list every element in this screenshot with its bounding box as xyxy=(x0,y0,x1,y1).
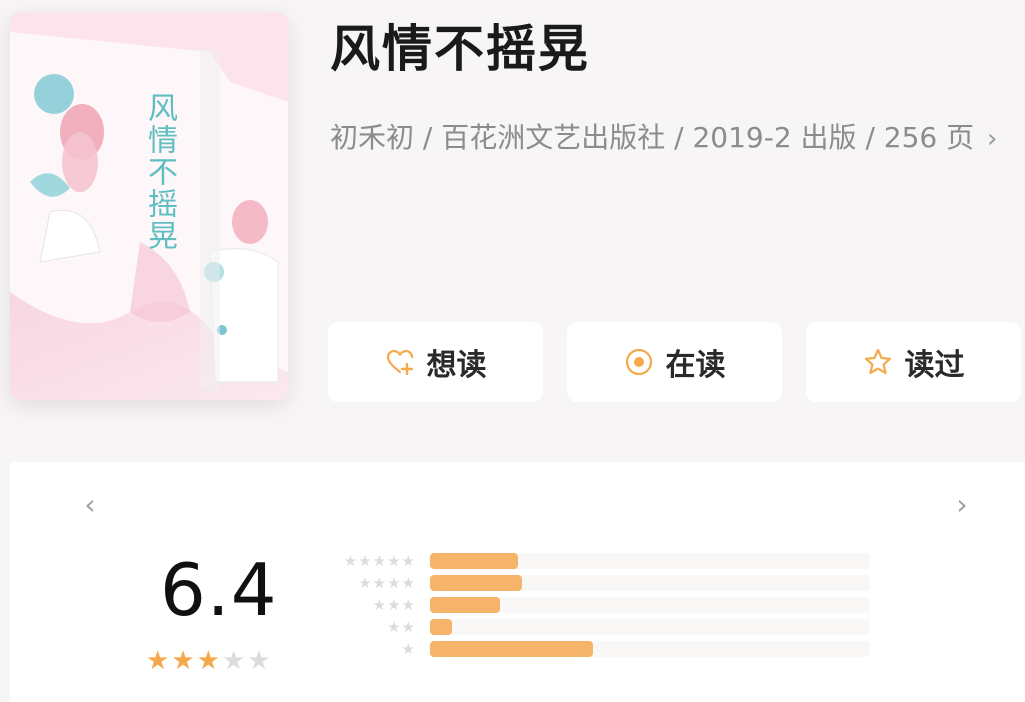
rating-row-stars: ★ xyxy=(401,640,416,658)
want-to-read-button[interactable]: 想读 xyxy=(328,322,543,402)
next-arrow-icon[interactable]: › xyxy=(950,484,974,524)
rating-row-stars: ★★★★ xyxy=(358,574,416,592)
have-read-label: 读过 xyxy=(904,348,965,383)
star-filled-icon: ★ xyxy=(146,646,170,676)
rating-row: ★★★★★ xyxy=(320,550,880,572)
radio-dot-icon xyxy=(624,347,654,377)
reading-status-actions: 想读 在读 读过 xyxy=(328,322,1025,402)
rating-bar-track xyxy=(430,619,870,635)
rating-bar xyxy=(430,641,593,657)
rating-row-stars: ★★ xyxy=(387,618,416,636)
rating-bar-track xyxy=(430,597,870,613)
book-cover[interactable]: 风情不摇晃 xyxy=(10,12,288,400)
rating-row-stars: ★★★ xyxy=(372,596,416,614)
rating-row: ★★★★ xyxy=(320,572,880,594)
star-filled-icon: ★ xyxy=(171,646,195,676)
star-empty-icon: ★ xyxy=(247,646,271,676)
chevron-right-icon: › xyxy=(987,124,998,154)
rating-bar-track xyxy=(430,641,870,657)
rating-bar-track xyxy=(430,553,870,569)
star-outline-icon xyxy=(863,347,893,377)
prev-arrow-icon[interactable]: ‹ xyxy=(78,484,102,524)
rating-bar xyxy=(430,553,518,569)
rating-stars: ★ ★ ★ ★ ★ xyxy=(146,648,271,674)
rating-bar xyxy=(430,575,522,591)
rating-distribution: ★★★★★ ★★★★ ★★★ ★★ ★ xyxy=(320,550,880,660)
rating-bar xyxy=(430,597,500,613)
star-empty-icon: ★ xyxy=(221,646,246,676)
rating-score: 6.4 xyxy=(160,548,278,632)
book-meta-text: 初禾初 / 百花洲文艺出版社 / 2019-2 出版 / 256 页 xyxy=(330,121,975,154)
reading-button[interactable]: 在读 xyxy=(567,322,782,402)
rating-row: ★★ xyxy=(320,616,880,638)
book-title: 风情不摇晃 xyxy=(330,20,590,78)
heart-plus-icon xyxy=(385,347,415,377)
rating-bar xyxy=(430,619,452,635)
rating-bar-track xyxy=(430,575,870,591)
reading-label: 在读 xyxy=(665,348,726,383)
star-filled-icon: ★ xyxy=(196,646,220,676)
rating-row: ★ xyxy=(320,638,880,660)
have-read-button[interactable]: 读过 xyxy=(806,322,1021,402)
rating-row-stars: ★★★★★ xyxy=(343,552,416,570)
want-to-read-label: 想读 xyxy=(426,348,487,383)
book-meta-link[interactable]: 初禾初 / 百花洲文艺出版社 / 2019-2 出版 / 256 页 › xyxy=(330,114,1000,163)
rating-row: ★★★ xyxy=(320,594,880,616)
cover-title: 风情不摇晃 xyxy=(142,92,177,252)
rating-card: ‹ › 6.4 ★ ★ ★ ★ ★ ★★★★★ ★★★★ ★★★ ★★ ★ xyxy=(10,462,1025,702)
